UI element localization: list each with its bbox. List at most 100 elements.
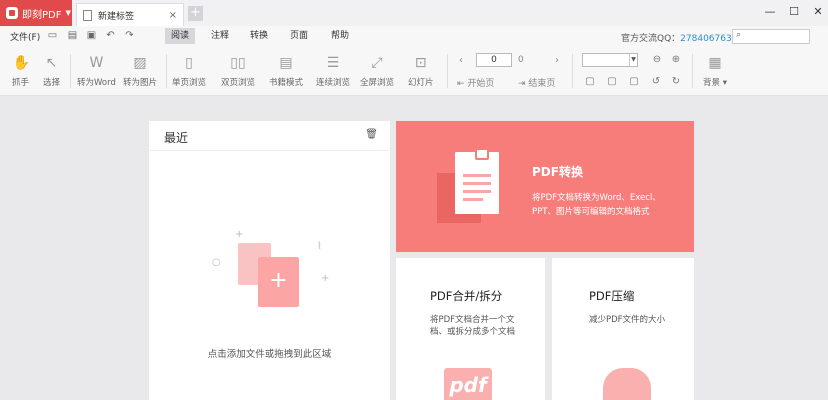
fit-page-icon[interactable]: ▢ [584, 76, 596, 88]
chevron-down-icon: ▼ [65, 9, 71, 17]
page-number-input[interactable]: 0 [476, 53, 512, 67]
new-tab-button[interactable]: + [188, 6, 203, 21]
tool-fullscreen-label: 全屏浏览 [360, 78, 395, 88]
compress-card-title: PDF压缩 [589, 289, 635, 303]
close-button[interactable]: ✕ [804, 0, 828, 26]
circle-decoration-icon: ○ [212, 257, 221, 268]
open-folder-icon[interactable]: ▭ [47, 30, 58, 41]
tool-hand-label: 抓手 [12, 78, 30, 88]
qq-number[interactable]: 2784067633 [680, 34, 737, 44]
prev-page-icon[interactable]: ‹ [459, 55, 463, 66]
compress-card-description: 减少PDF文件的大小 [589, 315, 666, 325]
next-page-icon[interactable]: › [555, 55, 559, 66]
text-line [463, 182, 491, 185]
tool-background[interactable]: ▦ 背景 ▾ [703, 54, 727, 88]
zoom-out-icon[interactable]: ⊖ [651, 54, 663, 66]
fullscreen-icon: ⤢ [371, 55, 383, 71]
tool-book-mode[interactable]: ▤ 书籍模式 [269, 54, 303, 88]
menu-tab-read[interactable]: 阅读 [165, 28, 196, 44]
tool-slideshow[interactable]: ⊡ 幻灯片 [408, 54, 434, 88]
tab-new[interactable]: 新建标签 × [76, 3, 184, 26]
chat-badge-icon [475, 148, 489, 160]
text-line [463, 198, 483, 201]
compress-file-icon [603, 368, 651, 400]
last-page-label: 结束页 [528, 79, 556, 89]
qq-label: 官方交流QQ： [621, 34, 681, 44]
drop-zone-text[interactable]: 点击添加文件或拖拽到此区域 [149, 346, 390, 360]
zoom-select[interactable]: ▼ [582, 53, 638, 67]
toolbar-divider [447, 54, 448, 88]
tool-continuous-label: 连续浏览 [316, 78, 351, 88]
menu-tab-annotate[interactable]: 注释 [205, 28, 235, 44]
tool-double-page-label: 双页浏览 [221, 78, 256, 88]
text-line [463, 174, 491, 177]
fit-width-icon[interactable]: ▢ [606, 76, 618, 88]
document-icon [83, 9, 92, 21]
tool-select-label: 选择 [43, 78, 61, 88]
recent-title: 最近 [164, 131, 189, 145]
convert-document-icon [437, 148, 499, 228]
menu-tab-convert[interactable]: 转换 [244, 28, 274, 44]
background-icon: ▦ [708, 55, 722, 71]
tool-hand[interactable]: ✋ 抓手 [12, 54, 30, 88]
tool-continuous[interactable]: ☰ 连续浏览 [316, 54, 350, 88]
recent-header: 最近 🗑 [149, 121, 390, 151]
app-menu-button[interactable]: 即刻PDF ▼ [0, 0, 72, 26]
last-page-button[interactable]: ⇥ 结束页 [518, 76, 555, 89]
tool-to-word-label: 转为Word [77, 78, 116, 88]
search-input[interactable]: ⌕ [732, 29, 810, 44]
single-page-icon: ▯ [185, 55, 193, 71]
tab-label: 新建标签 [98, 11, 135, 22]
trash-icon[interactable]: 🗑 [365, 129, 378, 140]
slideshow-icon: ⊡ [414, 55, 427, 71]
app-name: 即刻PDF [22, 9, 62, 21]
tool-to-word[interactable]: W 转为Word [77, 54, 116, 88]
toolbar-divider [692, 54, 693, 88]
double-page-icon: ▯▯ [230, 55, 246, 71]
paperclip-icon: ⌇ [317, 241, 322, 252]
actual-size-icon[interactable]: ▢ [628, 76, 640, 88]
rotate-right-icon[interactable]: ↻ [670, 76, 682, 88]
toolbar-divider [70, 54, 71, 88]
pdf-file-icon: pdf [444, 368, 492, 400]
print-icon[interactable]: ▤ [67, 30, 78, 41]
tool-double-page[interactable]: ▯▯ 双页浏览 [221, 54, 255, 88]
undo-icon[interactable]: ↶ [105, 30, 116, 41]
convert-card-title: PDF转换 [532, 165, 583, 179]
chevron-down-icon: ▼ [629, 54, 637, 66]
menu-tab-page[interactable]: 页面 [284, 28, 314, 44]
toolbar-divider [166, 54, 167, 88]
drop-zone-illustration[interactable]: + + ○ ⌇ + [209, 229, 334, 319]
merge-card-description: 将PDF文档合并一个文档、或拆分成多个文档 [430, 315, 516, 337]
page-total: 0 [518, 55, 524, 65]
add-file-icon: + [258, 257, 299, 307]
pdf-convert-card[interactable]: PDF转换 将PDF文档转换为Word、Execl、PPT、图片等可编辑的文档格… [396, 121, 694, 252]
image-icon: ▨ [133, 55, 147, 71]
tool-book-mode-label: 书籍模式 [269, 78, 304, 88]
menu-tab-help[interactable]: 帮助 [325, 28, 355, 44]
menu-file[interactable]: 文件(F) [10, 30, 40, 43]
save-icon[interactable]: ▣ [86, 30, 97, 41]
pdf-compress-card[interactable]: PDF压缩 减少PDF文件的大小 [552, 258, 694, 400]
text-line [463, 190, 491, 193]
zoom-in-icon[interactable]: ⊕ [670, 54, 682, 66]
tool-slideshow-label: 幻灯片 [408, 78, 434, 88]
tool-to-image[interactable]: ▨ 转为图片 [123, 54, 157, 88]
app-logo-icon [6, 7, 18, 19]
rotate-left-icon[interactable]: ↺ [650, 76, 662, 88]
menu-bar: 文件(F) ▭ ▤ ▣ ↶ ↷ 阅读 注释 转换 页面 帮助 官方交流QQ：27… [0, 26, 828, 46]
qq-contact: 官方交流QQ：2784067633 [621, 31, 737, 44]
tool-select[interactable]: ↖ 选择 [43, 54, 60, 88]
recent-panel: 最近 🗑 + + ○ ⌇ + 点击添加文件或拖拽到此区域 [149, 121, 390, 400]
word-icon: W [89, 55, 104, 71]
merge-card-title: PDF合并/拆分 [430, 289, 503, 303]
first-page-button[interactable]: ⇤ 开始页 [457, 76, 494, 89]
tool-fullscreen[interactable]: ⤢ 全屏浏览 [360, 54, 394, 88]
redo-icon[interactable]: ↷ [124, 30, 135, 41]
pdf-merge-card[interactable]: PDF合并/拆分 将PDF文档合并一个文档、或拆分成多个文档 pdf [396, 258, 545, 400]
hand-icon: ✋ [12, 55, 30, 71]
book-icon: ▤ [279, 55, 293, 71]
search-icon: ⌕ [736, 30, 742, 40]
tool-single-page[interactable]: ▯ 单页浏览 [172, 54, 206, 88]
tab-close-icon[interactable]: × [169, 10, 177, 21]
